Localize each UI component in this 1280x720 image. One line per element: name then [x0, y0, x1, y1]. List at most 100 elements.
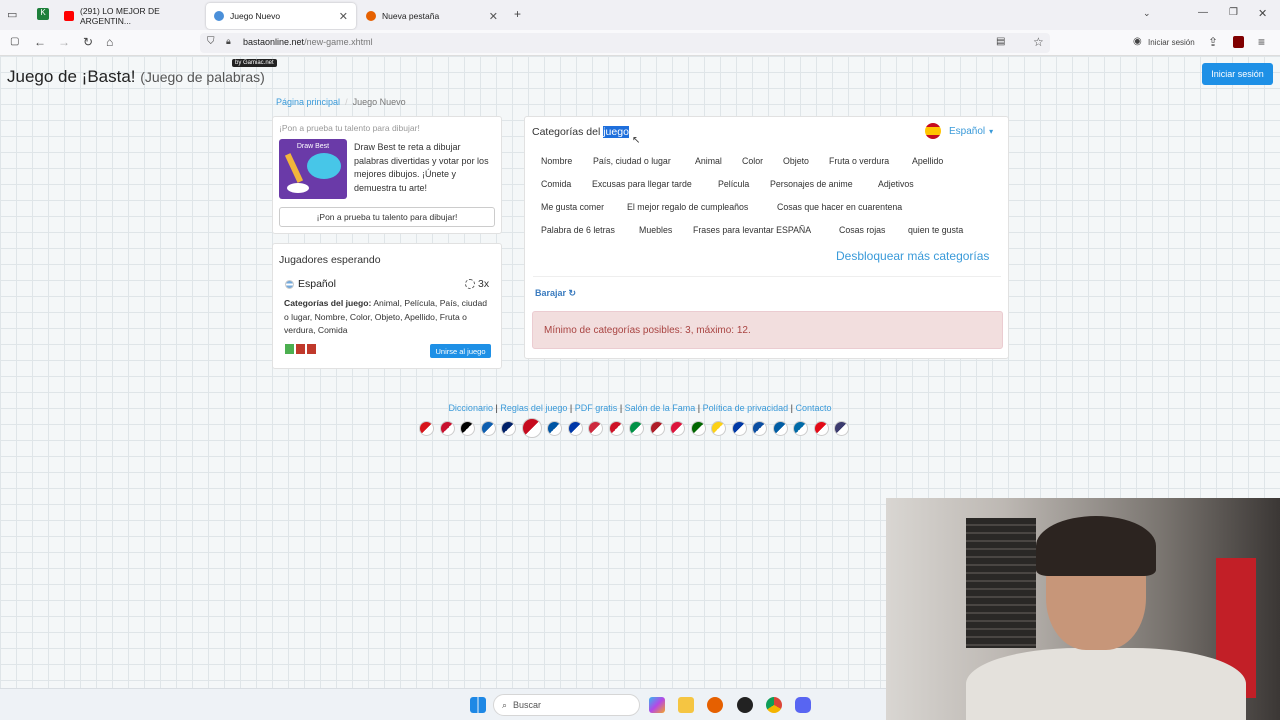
language-selector[interactable]: Español ▾ — [925, 123, 993, 139]
category-chip[interactable]: Objeto — [783, 156, 809, 166]
category-chip[interactable]: Excusas para llegar tarde — [592, 179, 692, 189]
url-text[interactable]: bastaonline.net/new-game.xhtml — [243, 37, 373, 47]
close-tab-icon[interactable]: ✕ — [339, 10, 348, 23]
sidebar-icon[interactable]: ▢ — [10, 36, 19, 47]
footer-link[interactable]: Política de privacidad — [703, 403, 789, 413]
signin-label[interactable]: Iniciar sesión — [1148, 38, 1195, 47]
language-flag-icon[interactable] — [460, 420, 475, 436]
category-chip[interactable]: Color — [742, 156, 763, 166]
chevron-down-icon[interactable]: ⌄ — [1143, 8, 1151, 19]
taskbar: ⌕ Buscar — [0, 688, 886, 720]
breadcrumb: Página principal / Juego Nuevo — [276, 97, 406, 107]
shield-icon[interactable]: ⛉ — [207, 36, 215, 47]
argentina-flag-icon — [285, 279, 294, 289]
discord-icon[interactable] — [795, 697, 811, 713]
language-flag-icon[interactable] — [813, 420, 829, 436]
chrome-icon[interactable] — [766, 697, 782, 713]
join-game-button[interactable]: Unirse al juego — [430, 344, 491, 358]
category-chip[interactable]: El mejor regalo de cumpleaños — [627, 202, 748, 212]
forward-icon[interactable]: → — [58, 35, 70, 49]
login-button[interactable]: Iniciar sesión — [1202, 63, 1273, 85]
footer-link[interactable]: Salón de la Fama — [625, 403, 696, 413]
category-chip[interactable]: Apellido — [912, 156, 943, 166]
category-chip[interactable]: Animal — [695, 156, 722, 166]
language-flag-icon[interactable] — [772, 420, 788, 436]
firefox-taskbar-icon[interactable] — [707, 697, 723, 713]
language-flag-icon[interactable] — [567, 420, 583, 436]
close-window-icon[interactable]: ✕ — [1258, 7, 1267, 20]
category-chip[interactable]: Nombre — [541, 156, 572, 166]
tab-new[interactable]: Nueva pestaña ✕ — [358, 3, 506, 29]
category-chip[interactable]: Película — [718, 179, 749, 189]
language-flag-icon[interactable] — [608, 420, 624, 436]
footer-link[interactable]: Reglas del juego — [500, 403, 567, 413]
windows-start-icon[interactable] — [470, 697, 486, 713]
restore-icon[interactable]: ❐ — [1229, 7, 1238, 18]
category-chip[interactable]: Frases para levantar ESPAÑA — [693, 225, 811, 235]
close-tab-icon[interactable]: ✕ — [489, 10, 498, 23]
obs-icon[interactable] — [737, 697, 753, 713]
tab-bar: ▭ K (291) LO MEJOR DE ARGENTIN... Juego … — [0, 0, 1280, 30]
category-chip[interactable]: Adjetivos — [878, 179, 914, 189]
taskbar-search[interactable]: ⌕ Buscar — [493, 694, 640, 716]
language-flag-icon[interactable] — [521, 418, 542, 438]
tab-juego-nuevo[interactable]: Juego Nuevo ✕ — [206, 3, 356, 29]
home-icon[interactable]: ⌂ — [106, 35, 113, 49]
shuffle-button[interactable]: Barajar ↻ — [535, 288, 576, 299]
category-chip[interactable]: Cosas rojas — [839, 225, 885, 235]
tab-youtube[interactable]: (291) LO MEJOR DE ARGENTIN... — [56, 3, 204, 29]
footer-link[interactable]: Diccionario — [448, 403, 493, 413]
unlock-categories-link[interactable]: Desbloquear más categorías — [836, 249, 989, 263]
breadcrumb-home-link[interactable]: Página principal — [276, 97, 340, 107]
reader-icon[interactable]: ▤ — [996, 36, 1005, 47]
category-chip[interactable]: quien te gusta — [908, 225, 963, 235]
language-flag-icon[interactable] — [834, 420, 849, 436]
promo-button[interactable]: ¡Pon a prueba tu talento para dibujar! — [279, 207, 495, 227]
draw-best-image[interactable]: Draw Best — [279, 139, 347, 199]
minimize-icon[interactable]: — — [1198, 7, 1208, 18]
account-icon[interactable]: ◉ — [1133, 36, 1142, 47]
category-chip[interactable]: Personajes de anime — [770, 179, 853, 189]
language-flag-icon[interactable] — [731, 420, 747, 436]
language-flags — [419, 418, 849, 438]
breadcrumb-current: Juego Nuevo — [352, 97, 406, 107]
language-flag-icon[interactable] — [439, 420, 455, 436]
footer-link[interactable]: PDF gratis — [575, 403, 618, 413]
category-chip[interactable]: País, ciudad o lugar — [593, 156, 671, 166]
extensions-icon[interactable]: ⇪ — [1208, 35, 1218, 49]
category-chip[interactable]: Muebles — [639, 225, 672, 235]
page-title[interactable]: Juego de ¡Basta! (Juego de palabras) — [7, 67, 265, 87]
reload-icon[interactable]: ↻ — [83, 35, 93, 49]
file-explorer-icon[interactable] — [678, 697, 694, 713]
language-flag-icon[interactable] — [711, 420, 726, 436]
copilot-icon[interactable] — [649, 697, 665, 713]
language-flag-icon[interactable] — [649, 420, 665, 436]
bookmark-star-icon[interactable]: ☆ — [1033, 35, 1044, 49]
category-chip[interactable]: Me gusta comer — [541, 202, 604, 212]
category-chip[interactable]: Fruta o verdura — [829, 156, 889, 166]
category-chip[interactable]: Cosas que hacer en cuarentena — [777, 202, 902, 212]
game-language: Español — [285, 278, 336, 290]
menu-icon[interactable]: ≡ — [1258, 35, 1265, 49]
language-flag-icon[interactable] — [752, 420, 767, 436]
language-flag-icon[interactable] — [547, 420, 562, 436]
footer-link[interactable]: Contacto — [796, 403, 832, 413]
language-flag-icon[interactable] — [690, 420, 706, 436]
category-chip[interactable]: Palabra de 6 letras — [541, 225, 615, 235]
language-flag-icon[interactable] — [480, 420, 496, 436]
language-flag-icon[interactable] — [588, 420, 603, 436]
back-icon[interactable]: ← — [34, 35, 46, 49]
search-icon: ⌕ — [502, 699, 508, 710]
pinned-tab-icon[interactable]: K — [37, 8, 49, 20]
language-flag-icon[interactable] — [670, 420, 685, 436]
ublock-icon[interactable] — [1233, 36, 1244, 48]
language-flag-icon[interactable] — [793, 420, 808, 436]
category-chip[interactable]: Comida — [541, 179, 571, 189]
tab-list-icon[interactable]: ▭ — [7, 8, 17, 21]
nav-bar: ▢ ← → ↻ ⌂ ⛉ 🔒︎ ▤ ☆ ◉ Iniciar sesión ⇪ ≡ — [0, 30, 1280, 56]
language-flag-icon[interactable] — [501, 420, 516, 436]
waiting-players-panel: Jugadores esperando Español 3x Categoría… — [272, 243, 502, 369]
new-tab-icon[interactable]: + — [514, 7, 521, 21]
language-flag-icon[interactable] — [629, 420, 644, 436]
language-flag-icon[interactable] — [419, 420, 434, 436]
